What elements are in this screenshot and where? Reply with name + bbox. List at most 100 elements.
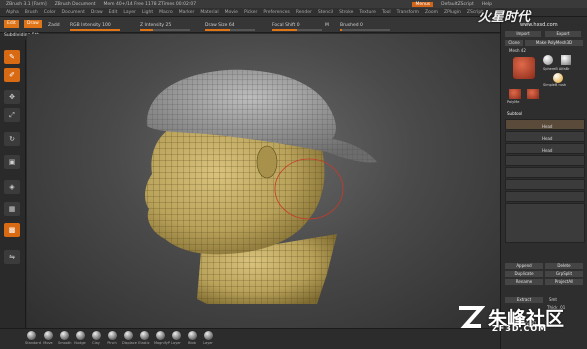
append-button[interactable]: Append [505, 263, 543, 269]
menu-material[interactable]: Material [200, 10, 218, 15]
polymesh-label: PolyMe [507, 100, 520, 104]
sym-icon: ⇋ [9, 253, 15, 261]
brushed-label: Brushed 0 [340, 23, 363, 28]
delete-button[interactable]: Delete [545, 263, 583, 269]
export-button[interactable]: Export [545, 31, 581, 37]
subtool-row[interactable] [505, 155, 585, 166]
move-button[interactable]: ✥ [4, 90, 20, 104]
edit-mode-button[interactable]: Edit [4, 20, 19, 28]
import-button[interactable]: Import [505, 31, 541, 37]
persp-button[interactable]: ◈ [4, 180, 20, 194]
sphere-brush-icon[interactable] [543, 55, 553, 65]
brush-elastic[interactable]: Elastic [138, 331, 150, 345]
menu-stencil[interactable]: Stencil [318, 10, 333, 15]
sphere-label: SphereB AlfaBr [543, 67, 570, 71]
alpha-brush-icon[interactable] [561, 55, 571, 65]
rgb-intensity-slider[interactable] [70, 29, 120, 31]
layer-brush-icon [171, 331, 181, 340]
clone-button[interactable]: Clone [505, 40, 523, 46]
menu-zplugin[interactable]: ZPlugin [444, 10, 461, 15]
draw-button[interactable]: ✐ [4, 68, 20, 82]
nudge-brush-icon [75, 331, 85, 340]
z-intensity-label: Z Intensity 25 [140, 23, 172, 28]
zadd-toggle[interactable]: Zadd [48, 23, 60, 28]
scale-button[interactable]: ⤢ [4, 108, 20, 122]
menu-document[interactable]: Document [62, 10, 85, 15]
brush-smooth[interactable]: Smooth [58, 331, 72, 345]
menu-layer[interactable]: Layer [123, 10, 136, 15]
brush-move[interactable]: Move [42, 331, 54, 345]
subtool-row[interactable] [505, 203, 585, 243]
draw-size-slider[interactable] [205, 29, 255, 31]
menu-stroke[interactable]: Stroke [339, 10, 353, 15]
brush-pinch[interactable]: Pinch [106, 331, 118, 345]
menu-marker[interactable]: Marker [179, 10, 195, 15]
rgb-intensity-label: RGB Intensity 100 [70, 23, 111, 28]
brush-clay[interactable]: Clay [90, 331, 102, 345]
viewport-canvas[interactable] [27, 34, 501, 328]
standard-brush-icon [26, 331, 36, 340]
duplicate-button[interactable]: Duplicate [505, 271, 543, 277]
subtool-row[interactable] [505, 167, 585, 178]
watermark-en: ZF3D.COM [492, 324, 548, 333]
menu-preferences[interactable]: Preferences [263, 10, 289, 15]
projectall-button[interactable]: ProjectAll [545, 279, 583, 285]
menu-color[interactable]: Color [44, 10, 56, 15]
sym-button[interactable]: ⇋ [4, 250, 20, 264]
menu-movie[interactable]: Movie [225, 10, 238, 15]
subtool-row[interactable]: Head [505, 119, 585, 130]
menu-texture[interactable]: Texture [359, 10, 375, 15]
brush-blob[interactable]: Blob [186, 331, 198, 345]
subtool-row[interactable] [505, 191, 585, 202]
elastic-brush-icon [139, 331, 149, 340]
menu-brush[interactable]: Brush [25, 10, 38, 15]
grpsplit-button[interactable]: GrpSplit [545, 271, 583, 277]
persp-icon: ◈ [9, 183, 15, 191]
menu-alpha[interactable]: Alpha [6, 10, 19, 15]
default-zscript-button[interactable]: DefaultZScript [441, 2, 474, 7]
focal-shift-slider[interactable] [272, 29, 322, 31]
simple-brush-icon[interactable] [553, 73, 563, 83]
rotate-button[interactable]: ↻ [4, 132, 20, 146]
frame-button[interactable]: ▣ [4, 155, 20, 169]
brush-nudge[interactable]: Nudge [74, 331, 86, 345]
polyframe-button[interactable]: ▩ [4, 223, 20, 237]
brush-layer-2[interactable]: Layer [202, 331, 214, 345]
subtool-row[interactable] [505, 179, 585, 190]
menus-button[interactable]: Menus [412, 1, 434, 7]
make-polymesh-button[interactable]: Make PolyMesh3D [525, 40, 583, 46]
subtool-row[interactable]: Head [505, 131, 585, 142]
subtool-title[interactable]: Subtool [507, 111, 522, 116]
zf3d-logo-icon [459, 306, 485, 328]
m-toggle[interactable]: M [325, 23, 329, 28]
brush-standard[interactable]: Standard [25, 331, 41, 345]
menu-light[interactable]: Light [142, 10, 153, 15]
magnify-brush-icon [155, 331, 165, 340]
move-brush-icon [43, 331, 53, 340]
polymesh-thumbnail[interactable] [509, 89, 521, 99]
floor-button[interactable]: ▦ [4, 202, 20, 216]
menu-draw[interactable]: Draw [91, 10, 103, 15]
rename-button[interactable]: Rename [505, 279, 543, 285]
document-title: ZBrush Document [54, 1, 96, 7]
head-thumbnail[interactable] [527, 89, 539, 99]
menu-transform[interactable]: Transform [397, 10, 419, 15]
menu-render[interactable]: Render [296, 10, 312, 15]
menu-tool[interactable]: Tool [382, 10, 391, 15]
brush-layer[interactable]: Layer [170, 331, 182, 345]
menu-picker[interactable]: Picker [244, 10, 257, 15]
smooth-brush-icon [59, 331, 69, 340]
brushed-slider[interactable] [340, 29, 390, 31]
menu-macro[interactable]: Macro [159, 10, 173, 15]
brush-displace[interactable]: Displace [122, 331, 137, 345]
draw-mode-button[interactable]: Draw [24, 20, 42, 28]
draw-icon: ✐ [9, 71, 15, 79]
z-intensity-slider[interactable] [140, 29, 190, 31]
current-tool-thumbnail[interactable] [513, 57, 535, 79]
menu-zoom[interactable]: Zoom [425, 10, 438, 15]
brush-magnify[interactable]: MagnifyP [154, 331, 170, 345]
edit-button[interactable]: ✎ [4, 50, 20, 64]
blob-brush-icon [187, 331, 197, 340]
subtool-row[interactable]: Head [505, 143, 585, 154]
menu-edit[interactable]: Edit [109, 10, 118, 15]
